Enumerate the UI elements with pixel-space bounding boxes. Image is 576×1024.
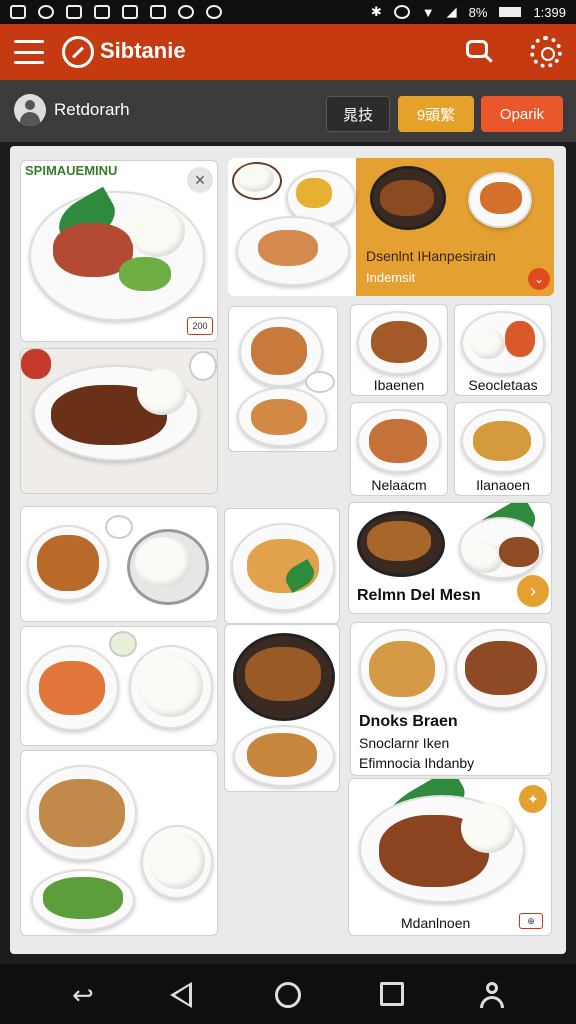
status-bar: ✱ ▼ ◢ 8% 1:399 [0,0,576,24]
filter-pill-1[interactable]: 晁技 [326,96,390,132]
dish-card-veg[interactable] [20,626,218,746]
home-icon[interactable] [275,982,301,1008]
tools-icon [150,5,166,19]
wifi-icon: ▼ [421,4,435,20]
alarm-icon [393,5,410,19]
photo-icon [66,5,82,19]
dish-card-salad[interactable] [224,508,340,624]
recents-icon[interactable] [380,982,404,1006]
filter-pill-2[interactable]: 9頭繁 [398,96,474,132]
chat-icon [178,5,194,19]
app-logo-icon [62,36,94,68]
filter-pill-3[interactable]: Oparik [481,96,563,132]
app-icon [94,5,110,19]
dish-caption: Mdanlnoen [401,915,471,931]
settings-icon[interactable] [530,36,562,68]
info-icon[interactable]: ⊕ [519,913,543,929]
dish-card-curry[interactable] [20,506,218,622]
dish-caption: Nelaacm [371,477,427,493]
location-bar: Retdorarh 晁技 9頭繁 Oparik [0,80,576,142]
dish-card-grid-1[interactable]: Ibaenen [350,304,448,396]
back-icon[interactable]: ↩ [72,982,100,1008]
pet-icon [206,5,222,19]
dish-caption: Ilanaoen [476,477,530,493]
app-title: Sibtanie [100,38,186,63]
dish-card-info[interactable]: Dnoks Braen Snoclarnr Iken Efimnocia Ihd… [350,622,552,776]
dish-card-grid-2[interactable]: Seocletaas [454,304,552,396]
wide-card-title: Relmn Del Mesn [357,587,481,604]
dish-card-wide[interactable]: Relmn Del Mesn › [348,502,552,614]
price-badge: 200 [187,317,213,335]
menu-icon[interactable] [14,40,44,64]
info-title: Dnoks Braen [359,713,458,730]
battery-level: 8% [468,4,488,20]
dish-card-grid-4[interactable]: Ilanaoen [454,402,552,496]
gallery-icon [10,5,26,19]
dish-caption: Seocletaas [468,377,538,393]
location-label[interactable]: Retdorarh [54,100,130,120]
clock: 1:399 [533,4,566,20]
featured-card[interactable]: Dsenlnt IHanpesirain Indemsit ⌄ [228,158,554,296]
dish-caption: Ibaenen [373,377,425,393]
search-icon[interactable] [464,38,494,68]
featured-subtitle: Indemsit [366,270,416,285]
battery-icon [499,7,522,17]
nav-bar: ↩ [0,964,576,1024]
profile-icon[interactable] [478,982,506,1008]
dish-card-stew[interactable] [224,624,340,792]
maps-icon [122,5,138,19]
notification-icon [38,5,54,19]
favorite-icon[interactable]: ✦ [519,785,547,813]
card-title: SPIMAUEMINU [25,163,118,178]
dish-card-main[interactable]: SPIMAUEMINU × 200 [20,160,218,342]
chevron-down-icon[interactable]: ⌄ [528,268,550,290]
dish-card-bottom-right[interactable]: ✦ Mdanlnoen ⊕ [348,778,552,936]
avatar[interactable] [14,94,46,126]
dish-card-bottom-left[interactable] [20,750,218,936]
info-line-1: Snoclarnr Iken [359,735,450,751]
info-line-2: Efimnocia Ihdanby [359,755,475,771]
dish-card-side-1[interactable] [228,306,338,452]
home-back-icon[interactable] [170,982,192,1008]
dish-card-photo[interactable] [20,348,218,494]
dish-card-grid-3[interactable]: Nelaacm [350,402,448,496]
signal-icon: ◢ [446,4,457,19]
arrow-icon[interactable]: › [517,575,549,607]
featured-title: Dsenlnt IHanpesirain [366,248,496,264]
bluetooth-icon: ✱ [370,4,382,19]
close-icon[interactable]: × [187,167,213,193]
app-bar: Sibtanie [0,24,576,80]
